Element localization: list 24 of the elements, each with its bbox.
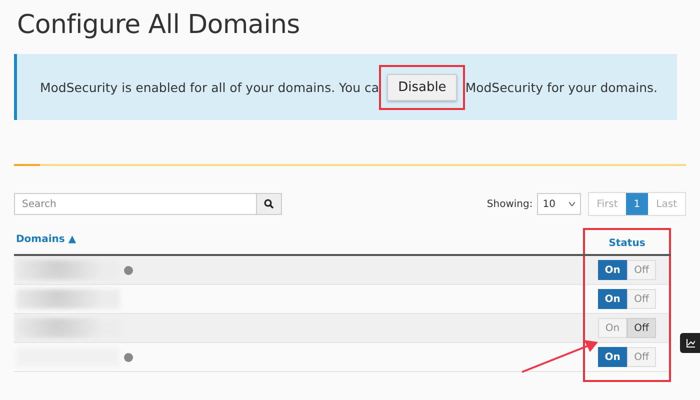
search-button[interactable] <box>257 193 282 215</box>
off-toggle[interactable]: Off <box>627 347 656 367</box>
chart-button[interactable] <box>680 333 700 353</box>
off-toggle[interactable]: Off <box>627 318 656 338</box>
alert-text: ModSecurity for your domains. <box>465 80 658 94</box>
chart-icon <box>686 338 694 348</box>
search-icon <box>264 199 274 209</box>
page-size-select[interactable]: 10 <box>536 193 581 215</box>
info-icon[interactable] <box>124 352 133 362</box>
disable-button[interactable]: Disable <box>387 74 458 100</box>
on-toggle[interactable]: On <box>598 289 627 309</box>
on-toggle[interactable]: On <box>598 347 627 367</box>
pagination-button[interactable]: 1 <box>626 193 648 215</box>
on-toggle[interactable]: On <box>598 318 627 338</box>
page-title: Configure All Domains <box>17 10 301 40</box>
info-icon[interactable] <box>124 266 133 274</box>
alert-text: ModSecurity is enabled for all of your domains. You ca <box>40 80 380 94</box>
off-toggle[interactable]: Off <box>627 289 656 309</box>
column-header[interactable]: Status <box>584 229 670 255</box>
chevron-icon <box>568 202 575 206</box>
on-toggle[interactable]: On <box>598 260 627 280</box>
off-toggle[interactable]: Off <box>627 260 656 280</box>
showing-label: Showing: <box>486 198 533 210</box>
search-field[interactable]: Search <box>14 193 257 215</box>
